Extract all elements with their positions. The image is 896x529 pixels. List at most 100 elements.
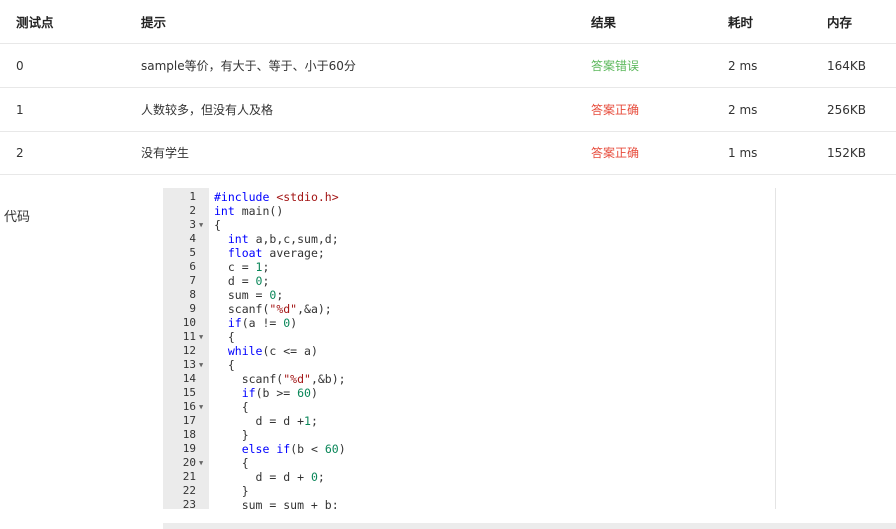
code-line[interactable]: 12 while(c <= a)	[163, 344, 775, 358]
result-status: 答案正确	[591, 103, 640, 117]
code-line[interactable]: 6 c = 1;	[163, 260, 775, 274]
code-text: scanf("%d",&a);	[214, 302, 332, 316]
line-number: 13	[182, 358, 196, 371]
code-label: 代码	[4, 210, 31, 225]
line-number: 3	[189, 218, 196, 231]
code-line[interactable]: 5 float average;	[163, 246, 775, 260]
result-status: 答案正确	[591, 146, 640, 160]
code-line[interactable]: 20 ▼ {	[163, 456, 775, 470]
code-text: if(a != 0)	[227, 316, 298, 330]
code-text: c = 1;	[214, 260, 270, 274]
code-text: {	[214, 400, 249, 414]
test-hint: 没有学生	[141, 146, 190, 160]
table-header-row: 测试点 提示 结果 耗时 内存	[0, 0, 896, 44]
header-result: 结果	[591, 15, 617, 30]
code-line[interactable]: 22 }	[163, 484, 775, 498]
result-status: 答案错误	[591, 59, 640, 73]
header-time: 耗时	[728, 15, 754, 30]
line-number: 10	[182, 316, 196, 329]
horizontal-scrollbar[interactable]	[163, 523, 896, 529]
code-line[interactable]: 18 }	[163, 428, 775, 442]
line-number: 15	[182, 386, 196, 399]
code-line[interactable]: 11 ▼ {	[163, 330, 775, 344]
test-hint: sample等价，有大于、等于、小于60分	[141, 59, 356, 73]
line-number: 19	[182, 442, 196, 455]
memory-value: 164KB	[827, 58, 867, 73]
code-text: {	[214, 330, 235, 344]
time-value: 2 ms	[728, 58, 758, 73]
line-number: 22	[182, 484, 196, 497]
line-number: 2	[189, 204, 196, 217]
code-line[interactable]: 4 int a,b,c,sum,d;	[163, 232, 775, 246]
code-line[interactable]: 23 sum = sum + b;	[163, 498, 775, 509]
test-point-id: 2	[16, 145, 24, 160]
line-number: 17	[182, 414, 196, 427]
code-line[interactable]: 13 ▼ {	[163, 358, 775, 372]
code-line[interactable]: 10 if(a != 0)	[163, 316, 775, 330]
line-number: 6	[189, 260, 196, 273]
line-number: 5	[189, 246, 196, 259]
test-point-id: 1	[16, 102, 24, 117]
code-text: d = d +1;	[214, 414, 318, 428]
table-row: 0 sample等价，有大于、等于、小于60分 答案错误 2 ms 164KB	[0, 44, 896, 88]
line-number: 7	[189, 274, 196, 287]
line-number: 9	[189, 302, 196, 315]
code-text: d = d + 0;	[214, 470, 325, 484]
code-line[interactable]: 15 if(b >= 60)	[163, 386, 775, 400]
fold-caret-icon[interactable]: ▼	[199, 456, 203, 470]
line-number: 16	[182, 400, 196, 413]
memory-value: 256KB	[827, 102, 867, 117]
code-text: {	[214, 358, 235, 372]
line-number: 12	[182, 344, 196, 357]
memory-value: 152KB	[827, 145, 867, 160]
code-line[interactable]: 8 sum = 0;	[163, 288, 775, 302]
line-number: 23	[182, 498, 196, 509]
code-line[interactable]: 16 ▼ {	[163, 400, 775, 414]
code-line[interactable]: 21 d = d + 0;	[163, 470, 775, 484]
header-memory: 内存	[827, 15, 853, 30]
test-hint: 人数较多，但没有人及格	[141, 103, 274, 117]
line-number: 14	[182, 372, 196, 385]
code-text: else if(b < 60)	[241, 442, 346, 456]
code-text: while(c <= a)	[227, 344, 318, 358]
code-text: scanf("%d",&b);	[214, 372, 346, 386]
code-line[interactable]: 2 int main()	[163, 204, 775, 218]
fold-caret-icon[interactable]: ▼	[199, 400, 203, 414]
line-number: 8	[189, 288, 196, 301]
table-row: 1 人数较多，但没有人及格 答案正确 2 ms 256KB	[0, 88, 896, 132]
code-text: d = 0;	[214, 274, 270, 288]
code-text: }	[214, 484, 249, 498]
fold-caret-icon[interactable]: ▼	[199, 218, 203, 232]
code-line[interactable]: 1 #include <stdio.h>	[163, 190, 775, 204]
line-number: 1	[189, 190, 196, 203]
code-line[interactable]: 19 else if(b < 60)	[163, 442, 775, 456]
fold-caret-icon[interactable]: ▼	[199, 358, 203, 372]
code-line[interactable]: 7 d = 0;	[163, 274, 775, 288]
code-text: {	[214, 456, 249, 470]
time-value: 1 ms	[728, 145, 758, 160]
code-line[interactable]: 3 ▼ {	[163, 218, 775, 232]
time-value: 2 ms	[728, 102, 758, 117]
code-line[interactable]: 17 d = d +1;	[163, 414, 775, 428]
code-text: int a,b,c,sum,d;	[227, 232, 339, 246]
line-number: 20	[182, 456, 196, 469]
line-number: 21	[182, 470, 196, 483]
line-number: 4	[189, 232, 196, 245]
code-editor[interactable]: 1 #include <stdio.h> 2 int main() 3 ▼{4 int a…	[163, 188, 776, 509]
code-text: float average;	[227, 246, 325, 260]
header-test-point: 测试点	[16, 15, 54, 30]
code-line[interactable]: 14 scanf("%d",&b);	[163, 372, 775, 386]
code-line[interactable]: 9 scanf("%d",&a);	[163, 302, 775, 316]
code-text: if(b >= 60)	[241, 386, 318, 400]
line-number: 18	[182, 428, 196, 441]
code-text: sum = 0;	[214, 288, 284, 302]
fold-caret-icon[interactable]: ▼	[199, 330, 203, 344]
header-hint: 提示	[141, 15, 167, 30]
code-text: #include <stdio.h>	[214, 190, 339, 204]
line-number: 11	[182, 330, 196, 343]
test-point-id: 0	[16, 58, 24, 73]
code-text: int main()	[214, 204, 284, 218]
code-text: sum = sum + b;	[214, 498, 339, 509]
table-row: 2 没有学生 答案正确 1 ms 152KB	[0, 131, 896, 175]
code-text: }	[214, 428, 249, 442]
